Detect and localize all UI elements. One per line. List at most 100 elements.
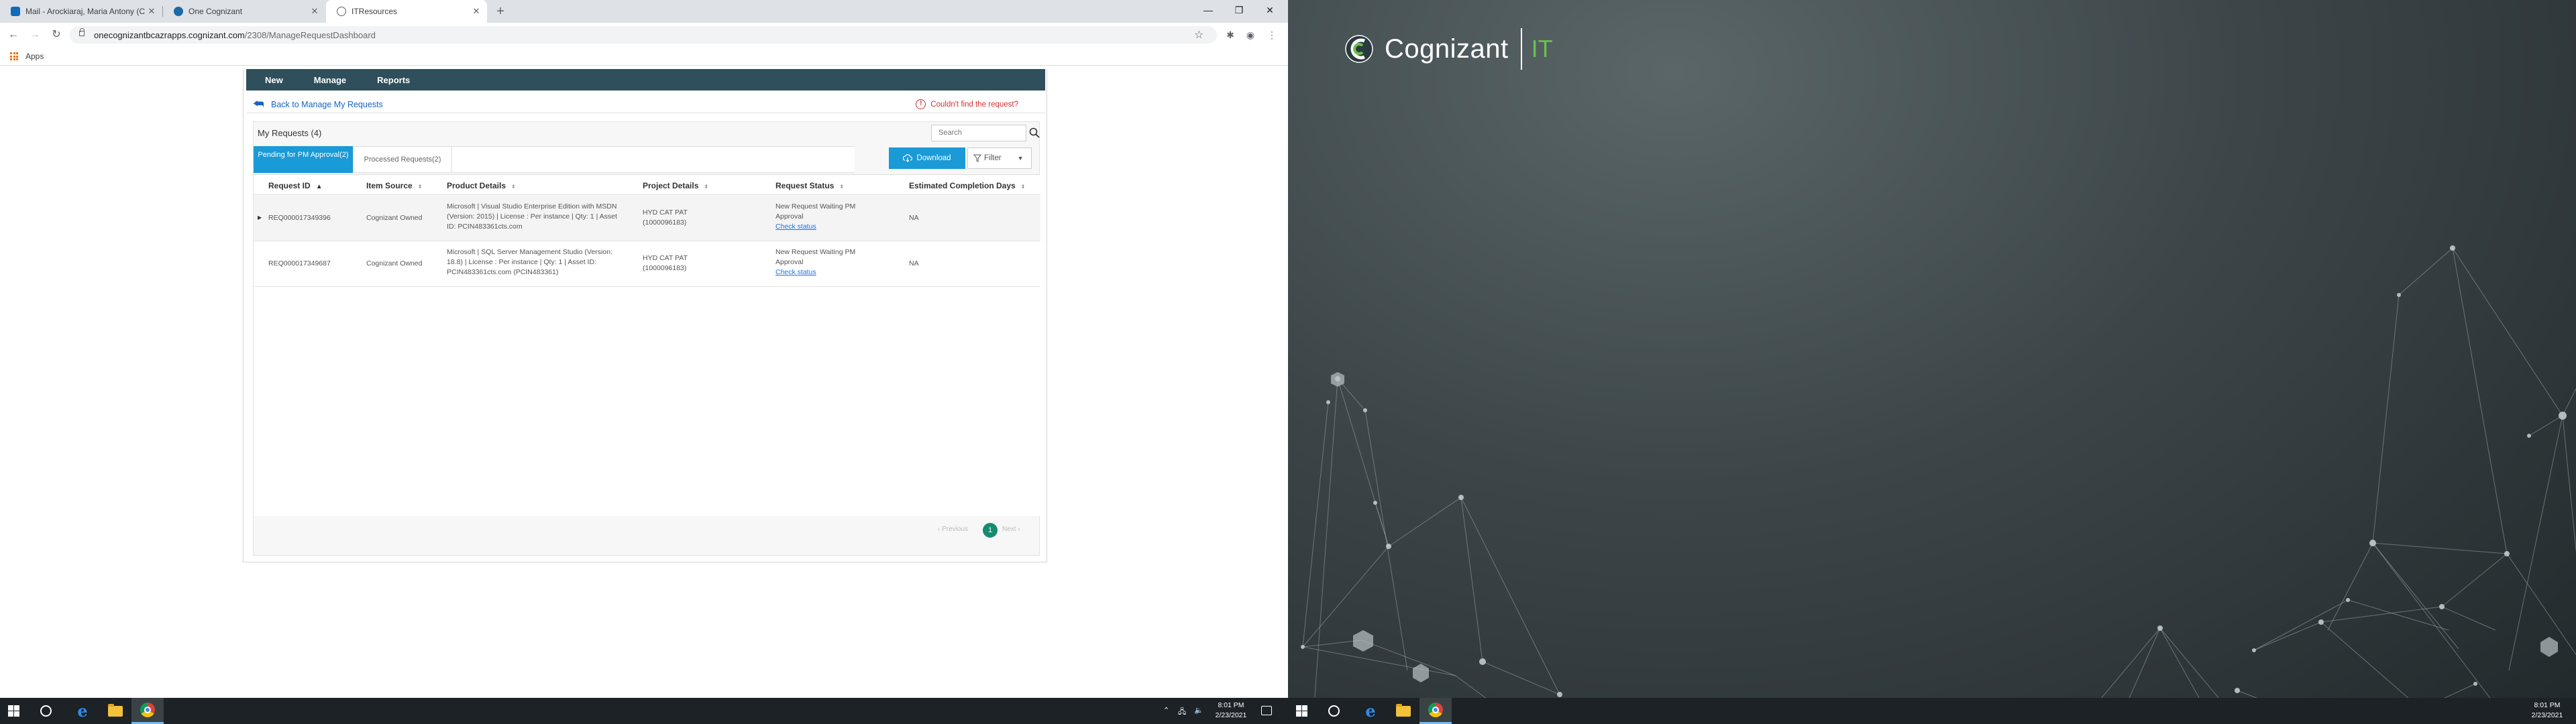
request-id: REQ000017349687: [268, 259, 331, 267]
col-completion-days[interactable]: Estimated Completion Days ⬍: [909, 181, 1025, 190]
taskbar-explorer[interactable]: [1387, 698, 1419, 724]
restore-button[interactable]: ❐: [1224, 0, 1254, 20]
requests-table: Request ID ▲ Item Source ⬍ Product Details…: [254, 174, 1040, 516]
breadcrumb: ⮪ Back to Manage My Requests ! Couldn't …: [246, 95, 1045, 113]
not-found-text: Couldn't find the request?: [930, 100, 1018, 109]
search-input[interactable]: [932, 125, 1006, 139]
taskbar-primary: e ⌃ 🖧 🔈 8:01 PM 2/23/2021: [0, 698, 1288, 724]
filter-button[interactable]: Filter ▼: [967, 147, 1032, 169]
previous-page-button[interactable]: ‹ Previous: [938, 526, 968, 533]
nav-reports[interactable]: Reports: [377, 75, 410, 85]
cortana-icon[interactable]: [1328, 705, 1340, 717]
tab-itresources[interactable]: ITResources ✕: [326, 0, 487, 23]
menu-icon[interactable]: ⋮: [1265, 28, 1279, 42]
tab-processed-requests[interactable]: Processed Requests(2): [353, 146, 452, 173]
notifications-icon[interactable]: [1261, 706, 1272, 715]
clock-time: 8:01 PM: [2534, 701, 2561, 709]
sort-icon[interactable]: ⬍: [511, 184, 516, 190]
not-found-link[interactable]: ! Couldn't find the request?: [916, 99, 1018, 109]
download-label: Download: [916, 154, 951, 162]
search-icon[interactable]: [1029, 127, 1040, 138]
table-row[interactable]: ▶ REQ000017349396 Cognizant Owned Micros…: [254, 196, 1040, 241]
primary-monitor: Mail - Arockiaraj, Maria Antony (C ✕ One…: [0, 0, 1288, 724]
windows-start-icon[interactable]: [8, 705, 19, 717]
next-page-button[interactable]: Next ›: [1002, 526, 1020, 533]
taskbar-edge[interactable]: e: [66, 698, 99, 724]
nav-new[interactable]: New: [265, 75, 283, 85]
tab-mail[interactable]: Mail - Arockiaraj, Maria Antony (C ✕: [0, 0, 162, 23]
back-to-manage-link[interactable]: Back to Manage My Requests: [271, 100, 383, 109]
itresources-app: New Manage Reports ⮪ Back to Manage My R…: [243, 69, 1047, 562]
address-bar[interactable]: onecognizantbcazrapps.cognizant.com/2308…: [70, 26, 1217, 44]
panel-title: My Requests (4): [258, 128, 322, 138]
windows-start-icon[interactable]: [1296, 705, 1307, 717]
taskbar-chrome[interactable]: [1419, 698, 1452, 724]
tab-pending-approval[interactable]: Pending for PM Approval(2): [254, 146, 353, 173]
new-tab-button[interactable]: +: [492, 3, 509, 20]
status-text: New Request Waiting PM Approval: [775, 202, 856, 221]
table-row[interactable]: REQ000017349687 Cognizant Owned Microsof…: [254, 241, 1040, 287]
clock-date: 2/23/2021: [2531, 711, 2563, 719]
logo-wordmark: Cognizant: [1385, 34, 1509, 64]
sort-icon[interactable]: ⬍: [1021, 184, 1026, 190]
alert-icon: !: [916, 99, 926, 109]
cognizant-it-logo: Cognizant IT: [1344, 28, 1553, 70]
sort-icon[interactable]: ⬍: [418, 184, 423, 190]
col-project-details[interactable]: Project Details ⬍: [643, 181, 708, 190]
network-icon[interactable]: 🖧: [1178, 706, 1186, 719]
taskbar-explorer[interactable]: [99, 698, 131, 724]
col-request-id[interactable]: Request ID ▲: [268, 181, 323, 190]
clock[interactable]: 8:01 PM 2/23/2021: [1208, 701, 1254, 721]
sort-icon[interactable]: ⬍: [839, 184, 844, 190]
col-request-status[interactable]: Request Status ⬍: [775, 181, 844, 190]
page-1-button[interactable]: 1: [983, 523, 998, 538]
clock[interactable]: 8:01 PM 2/23/2021: [2521, 701, 2573, 721]
filter-label: Filter: [984, 154, 1002, 162]
item-source: Cognizant Owned: [366, 214, 423, 222]
search-field[interactable]: [931, 125, 1026, 141]
extensions-icon[interactable]: ✱: [1224, 28, 1237, 42]
back-arrow-icon[interactable]: ⮪: [253, 97, 264, 111]
browser-tab-strip: Mail - Arockiaraj, Maria Antony (C ✕ One…: [0, 0, 1288, 23]
clock-time: 8:01 PM: [1218, 701, 1244, 709]
taskbar-edge[interactable]: e: [1354, 698, 1387, 724]
reload-button[interactable]: ↻: [48, 27, 64, 43]
cognizant-logo-icon: [1345, 35, 1373, 63]
expand-row-icon[interactable]: ▶: [258, 215, 262, 221]
close-icon[interactable]: ✕: [471, 6, 482, 17]
bookmark-apps[interactable]: Apps: [25, 52, 44, 61]
taskbar-chrome[interactable]: [131, 698, 164, 724]
bookmark-star-icon[interactable]: ☆: [1194, 28, 1203, 42]
tab-title: ITResources: [352, 7, 398, 16]
funnel-icon: [973, 154, 981, 162]
sort-asc-icon[interactable]: ▲: [316, 183, 323, 190]
one-cognizant-icon: [174, 7, 183, 16]
request-status: New Request Waiting PM Approval Check sta…: [775, 202, 876, 232]
cortana-icon[interactable]: [40, 705, 52, 717]
check-status-link[interactable]: Check status: [775, 268, 816, 276]
tab-one-cognizant[interactable]: One Cognizant ✕: [163, 0, 325, 23]
back-button[interactable]: ←: [5, 27, 21, 43]
forward-button[interactable]: →: [27, 27, 43, 43]
tray-chevron-icon[interactable]: ⌃: [1163, 706, 1169, 715]
item-source: Cognizant Owned: [366, 259, 423, 267]
close-icon[interactable]: ✕: [309, 6, 320, 17]
product-details: Microsoft | SQL Server Management Studio…: [447, 248, 612, 276]
completion-days: NA: [909, 214, 919, 222]
col-product-details[interactable]: Product Details ⬍: [447, 181, 516, 190]
window-close-button[interactable]: ✕: [1254, 0, 1285, 20]
download-button[interactable]: Download: [889, 147, 965, 169]
edge-icon: e: [77, 701, 88, 721]
tab-title: Mail - Arockiaraj, Maria Antony (C: [25, 7, 146, 16]
profile-icon[interactable]: ◉: [1244, 28, 1257, 42]
close-icon[interactable]: ✕: [146, 6, 157, 17]
apps-grid-icon[interactable]: [10, 52, 18, 60]
check-status-link[interactable]: Check status: [775, 223, 816, 231]
nav-manage[interactable]: Manage: [314, 75, 346, 85]
project-details: HYD CAT PAT (1000096183): [643, 208, 688, 227]
minimize-button[interactable]: —: [1193, 0, 1224, 20]
volume-icon[interactable]: 🔈: [1194, 706, 1203, 715]
sort-icon[interactable]: ⬍: [704, 184, 708, 190]
top-navigation: New Manage Reports: [246, 69, 1045, 90]
col-item-source[interactable]: Item Source ⬍: [366, 181, 422, 190]
